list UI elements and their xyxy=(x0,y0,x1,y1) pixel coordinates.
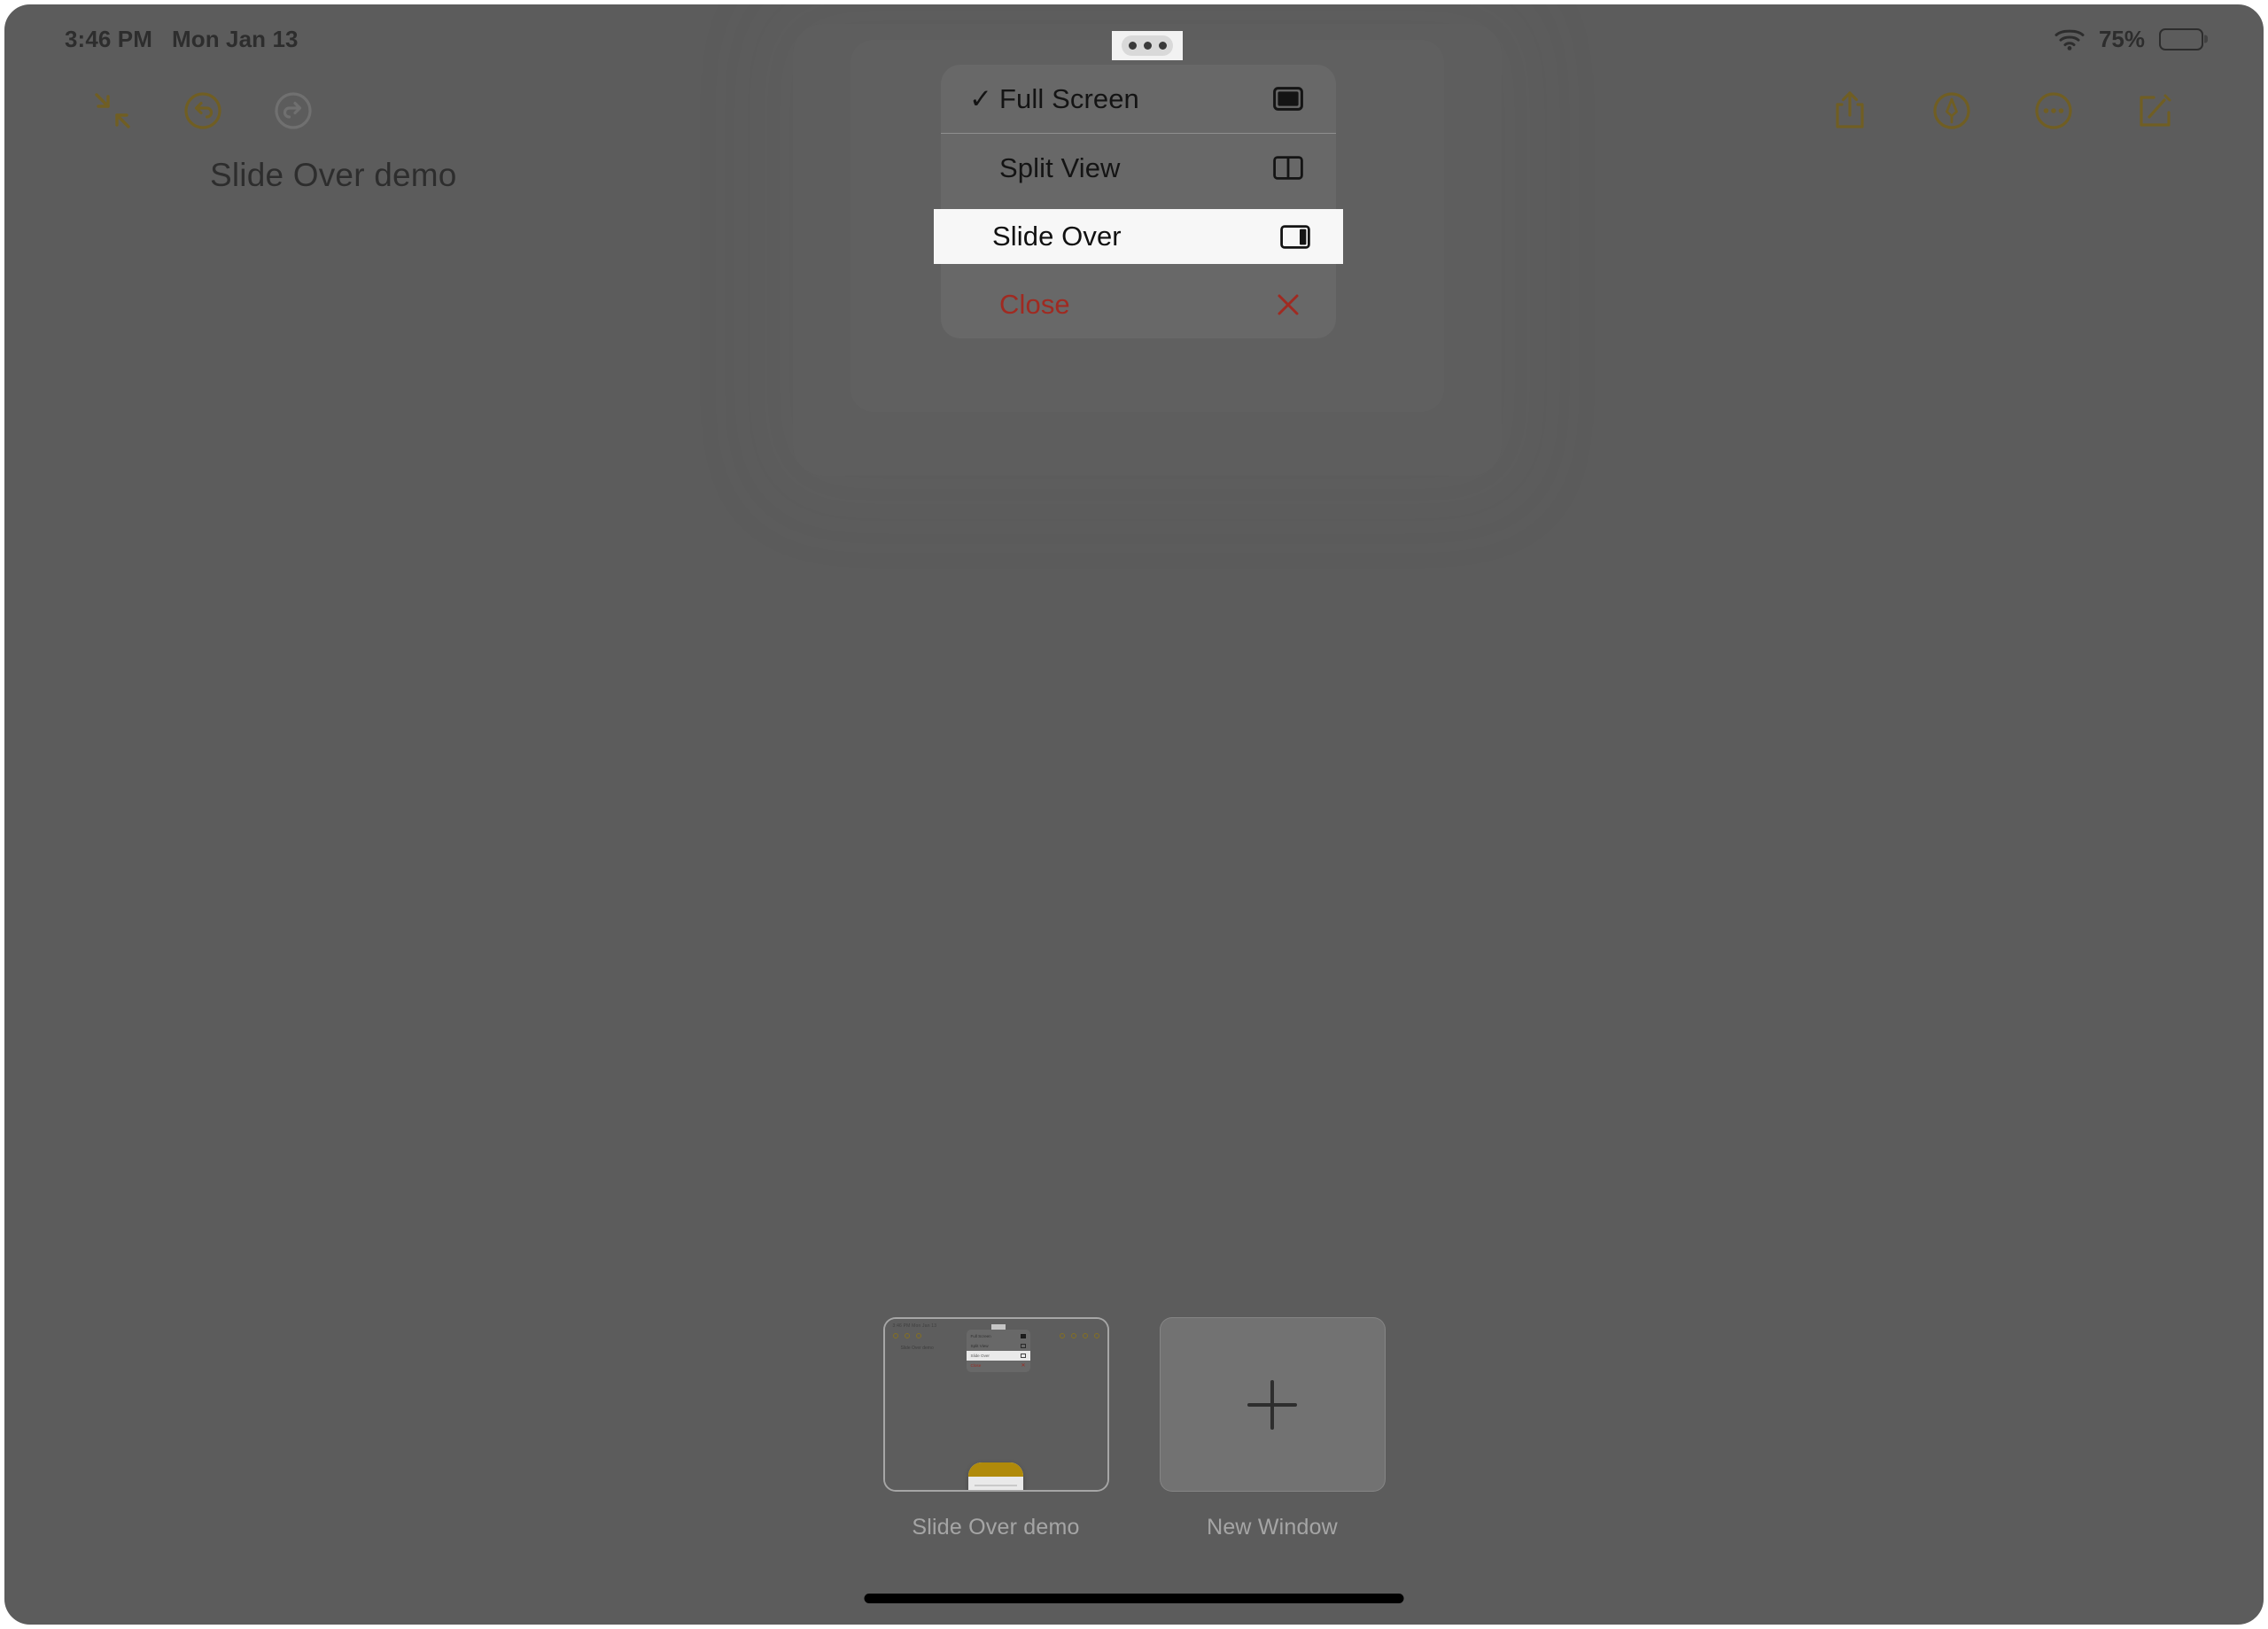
full-screen-icon xyxy=(1272,86,1304,112)
split-view-icon xyxy=(1272,155,1304,182)
mini-menu-row: Full Screen xyxy=(967,1331,1030,1341)
menu-item-label: Split View xyxy=(999,151,1121,183)
three-dots-pill xyxy=(1122,35,1173,56)
checkmark-icon: ✓ xyxy=(969,83,992,114)
shelf-tile-label: New Window xyxy=(1207,1515,1338,1540)
menu-item-label: Full Screen xyxy=(999,82,1139,114)
more-icon[interactable] xyxy=(2031,88,2077,134)
shelf-tile-label: Slide Over demo xyxy=(912,1515,1080,1540)
toolbar-left-group xyxy=(89,88,316,134)
mini-toolbar-right xyxy=(1059,1333,1099,1338)
status-bar-right: 75% xyxy=(2054,26,2203,53)
mini-note-title: Slide Over demo xyxy=(900,1346,934,1351)
ipad-screen: 3:46 PM Mon Jan 13 75% Slide Over demo ✓… xyxy=(0,0,2268,1629)
status-time: 3:46 PM xyxy=(65,25,152,52)
shelf-tile-new-window[interactable]: New Window xyxy=(1159,1317,1386,1540)
mini-menu-row-close: Close ✕ xyxy=(970,1362,1026,1369)
mini-toolbar-left xyxy=(892,1333,921,1338)
window-thumbnail[interactable]: 3:46 PM Mon Jan 13 Slide Over demo Full … xyxy=(882,1317,1109,1492)
menu-item-split-view[interactable]: Split View xyxy=(941,134,1336,202)
share-icon[interactable] xyxy=(1827,88,1873,134)
plus-icon xyxy=(1247,1380,1297,1430)
menu-item-label: Close xyxy=(999,288,1070,320)
menu-item-full-screen[interactable]: ✓ Full Screen xyxy=(941,65,1336,133)
note-title: Slide Over demo xyxy=(210,157,457,193)
compose-icon[interactable] xyxy=(2132,88,2179,134)
menu-row-slide-over-wrap: Slide Over xyxy=(934,202,1343,270)
mini-multitasking-menu: Full Screen Split View Slide Over Close ✕ xyxy=(966,1324,1030,1372)
redo-icon[interactable] xyxy=(270,88,316,134)
menu-item-label: Slide Over xyxy=(992,221,1122,252)
menu-item-slide-over[interactable]: Slide Over xyxy=(934,209,1343,264)
mini-dots-handle xyxy=(990,1324,1006,1330)
menu-item-close[interactable]: Close xyxy=(941,270,1336,338)
mini-menu-row: Split View xyxy=(967,1341,1030,1351)
app-shelf: 3:46 PM Mon Jan 13 Slide Over demo Full … xyxy=(4,1317,2264,1540)
battery-percent: 75% xyxy=(2098,25,2145,52)
status-bar-left: 3:46 PM Mon Jan 13 xyxy=(65,26,299,53)
markup-icon[interactable] xyxy=(1929,88,1975,134)
toolbar-right-group xyxy=(1827,88,2179,134)
home-indicator[interactable] xyxy=(864,1594,1404,1603)
slide-over-icon xyxy=(1279,223,1311,250)
mini-menu-row-selected: Slide Over xyxy=(966,1351,1030,1361)
notes-app-icon xyxy=(968,1462,1023,1490)
battery-icon xyxy=(2159,27,2203,50)
collapse-icon[interactable] xyxy=(89,88,136,134)
undo-icon[interactable] xyxy=(180,88,226,134)
new-window-button[interactable] xyxy=(1159,1317,1386,1492)
wifi-icon xyxy=(2054,27,2085,50)
multitasking-menu: ✓ Full Screen Split View Slide Over Clos… xyxy=(934,65,1343,338)
close-x-icon xyxy=(1272,291,1304,318)
status-date: Mon Jan 13 xyxy=(171,25,299,52)
three-dots-handle[interactable] xyxy=(1112,31,1183,60)
mini-status-bar: 3:46 PM Mon Jan 13 xyxy=(892,1323,937,1329)
shelf-tile-window[interactable]: 3:46 PM Mon Jan 13 Slide Over demo Full … xyxy=(882,1317,1109,1540)
